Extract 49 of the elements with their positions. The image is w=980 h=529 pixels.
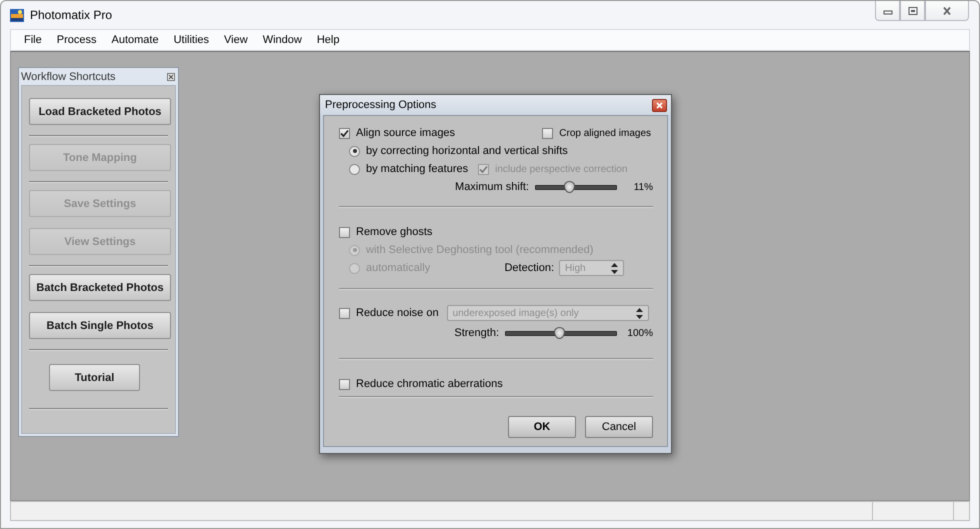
maximize-button[interactable] [900,1,925,21]
app-icon [10,8,24,22]
menu-item[interactable]: Window [256,34,310,46]
checkbox-label: Align source images [356,127,456,139]
stepper-icon [636,308,643,318]
cancel-button[interactable]: Cancel [585,416,653,438]
menu-item[interactable]: Help [310,34,348,46]
detection-label: Detection: [504,262,554,274]
option-label: by correcting horizontal and vertical shifts [366,145,568,157]
menu-item[interactable]: Utilities [166,34,218,46]
checkbox-label: Remove ghosts [356,226,432,238]
dialog-title: Preprocessing Options [325,99,436,111]
radio-button[interactable] [349,164,360,174]
checkbox[interactable] [542,128,554,138]
checkbox[interactable] [339,128,350,138]
close-button[interactable] [652,98,667,112]
slider-value: 11% [632,182,653,192]
option-label: by matching features [366,163,468,175]
close-icon [656,102,663,108]
slider-thumb[interactable] [564,180,575,192]
close-button[interactable] [925,1,969,21]
close-button[interactable] [167,72,175,80]
close-icon [942,6,952,14]
stepper-icon [611,262,618,274]
window-title: Photomatix Pro [30,8,112,22]
slider-value: 100% [626,328,653,338]
radio-button[interactable] [349,146,360,156]
checkbox-label: Reduce noise on [356,307,439,319]
minimize-button[interactable] [875,1,900,21]
maximize-icon [908,6,918,14]
menu-item[interactable]: View [217,34,256,46]
checkbox-label: Reduce chromatic aberrations [356,378,503,390]
panel-title: Workflow Shortcuts [21,70,116,82]
slider-thumb[interactable] [554,326,565,338]
shortcut-button[interactable]: Batch Single Photos [29,312,171,339]
checkbox-label: Crop aligned images [559,128,651,138]
checkbox[interactable] [339,226,350,238]
menu-item[interactable]: Process [50,34,104,46]
ok-button[interactable]: OK [508,416,576,438]
slider-label: Strength: [454,327,499,339]
shortcut-button[interactable]: Load Bracketed Photos [29,98,171,125]
shortcut-button[interactable]: Batch Bracketed Photos [29,274,171,301]
checkbox[interactable] [339,308,350,318]
close-icon [168,74,174,80]
shortcut-button[interactable]: Tutorial [49,364,140,391]
menu-item[interactable]: File [17,34,50,46]
menu-item[interactable]: Automate [104,34,167,46]
checkbox[interactable] [339,378,350,390]
slider-label: Maximum shift: [455,181,529,193]
